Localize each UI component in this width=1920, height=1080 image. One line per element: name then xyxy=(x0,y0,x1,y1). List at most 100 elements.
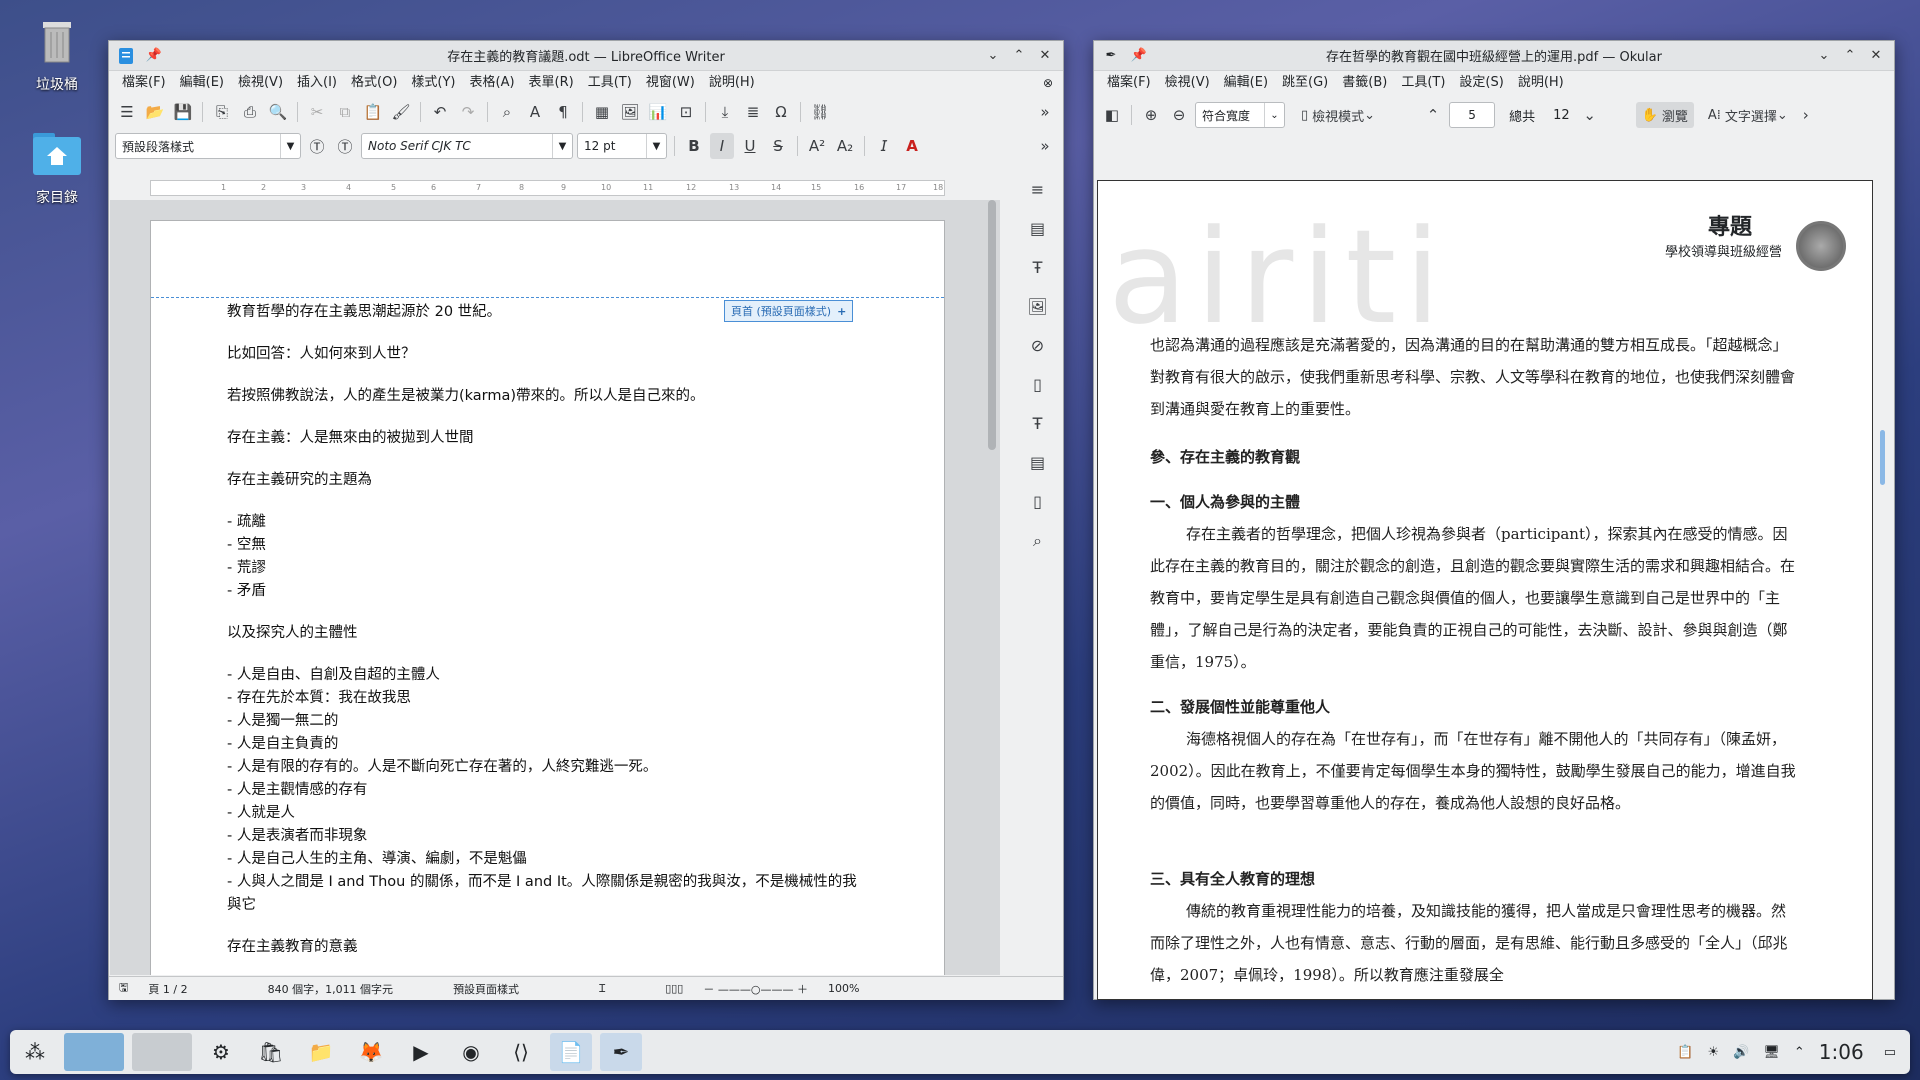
expand-tray-icon[interactable]: ⌃ xyxy=(1794,1045,1805,1060)
document-page[interactable]: 頁首 (預設頁面樣式) + 教育哲學的存在主義思潮起源於 20 世紀。 比如回答：… xyxy=(150,220,945,975)
pdf-page[interactable]: airiti 專題 學校領導與班級經營 也認為溝通的過程應該是充滿著愛的，因為溝… xyxy=(1097,180,1873,1000)
close-document-icon[interactable]: ⊗ xyxy=(1043,76,1053,90)
insert-chart-icon[interactable]: 📊 xyxy=(646,99,670,125)
cut-icon[interactable]: ✂ xyxy=(305,99,329,125)
properties-icon[interactable]: ▤ xyxy=(1030,219,1045,238)
menu-edit[interactable]: 編輯(E) xyxy=(1217,72,1275,94)
discover-icon[interactable]: 🛍 xyxy=(250,1033,292,1071)
italic-button[interactable]: I xyxy=(710,133,734,159)
toggle-menu-icon[interactable]: ☰ xyxy=(115,99,139,125)
formatting-marks-icon[interactable]: ¶ xyxy=(551,99,575,125)
design-icon[interactable]: ▯ xyxy=(1033,492,1042,511)
manage-changes-icon[interactable]: ▤ xyxy=(1030,453,1045,472)
menu-help[interactable]: 說明(H) xyxy=(702,72,762,94)
clone-format-icon[interactable]: 🖌 xyxy=(389,99,413,125)
font-size-combo[interactable]: 12 pt ▼ xyxy=(577,133,667,159)
strikethrough-button[interactable]: S xyxy=(766,133,790,159)
menu-edit[interactable]: 編輯(E) xyxy=(173,72,231,94)
brightness-icon[interactable]: ☀ xyxy=(1708,1045,1720,1060)
toolbar-overflow-icon[interactable]: › xyxy=(1794,102,1818,128)
navigator-icon[interactable]: ⊘ xyxy=(1031,336,1044,355)
page-number-input[interactable]: 5 xyxy=(1449,102,1496,128)
clock[interactable]: 1:06 xyxy=(1819,1040,1864,1064)
new-style-icon[interactable]: Ⓣ xyxy=(333,133,357,159)
font-color-button[interactable]: A xyxy=(900,133,924,159)
sidebar-menu-icon[interactable]: ≡ xyxy=(1031,180,1044,199)
okular-scrollbar[interactable] xyxy=(1880,430,1885,485)
firefox-icon[interactable]: 🦊 xyxy=(350,1033,392,1071)
insert-textbox-icon[interactable]: ⊡ xyxy=(674,99,698,125)
superscript-button[interactable]: A² xyxy=(805,133,829,159)
menu-file[interactable]: 檔案(F) xyxy=(1100,72,1158,94)
volume-icon[interactable]: 🔊 xyxy=(1733,1045,1749,1060)
previous-page-icon[interactable]: ⌃ xyxy=(1421,102,1445,128)
hyperlink-icon[interactable]: ⛓ xyxy=(808,99,832,125)
redo-icon[interactable]: ↷ xyxy=(456,99,480,125)
home-desktop-icon[interactable]: 家目錄 xyxy=(22,125,92,207)
clipboard-icon[interactable]: 📋 xyxy=(1677,1045,1693,1060)
menu-file[interactable]: 檔案(F) xyxy=(115,72,173,94)
menu-table[interactable]: 表格(A) xyxy=(463,72,522,94)
zoom-out-icon[interactable]: ⊖ xyxy=(1167,102,1191,128)
menu-window[interactable]: 視窗(W) xyxy=(639,72,702,94)
insert-image-icon[interactable]: 🖼 xyxy=(618,99,642,125)
text-select-button[interactable]: A⁞ 文字選擇 ⌄ xyxy=(1706,102,1790,128)
vscode-icon[interactable]: ⟨⟩ xyxy=(500,1033,542,1071)
page-count[interactable]: 頁 1 / 2 xyxy=(138,981,197,997)
close-button[interactable]: ✕ xyxy=(1866,46,1886,66)
menu-help[interactable]: 說明(H) xyxy=(1511,72,1571,94)
special-character-icon[interactable]: Ω xyxy=(769,99,793,125)
pager-desktop-2[interactable] xyxy=(132,1033,192,1071)
menu-form[interactable]: 表單(R) xyxy=(522,72,581,94)
styles-icon[interactable]: Ŧ xyxy=(1033,258,1043,277)
menu-format[interactable]: 格式(O) xyxy=(344,72,404,94)
open-icon[interactable]: 📂 xyxy=(143,99,167,125)
browse-tool-button[interactable]: ✋ 瀏覽 xyxy=(1635,102,1694,128)
spelling-icon[interactable]: A xyxy=(523,99,547,125)
okular-titlebar[interactable]: ✒ 📌 存在哲學的教育觀在國中班級經營上的運用.pdf — Okular ⌄ ⌃… xyxy=(1094,41,1894,71)
menu-settings[interactable]: 設定(S) xyxy=(1452,72,1510,94)
minimize-button[interactable]: ⌄ xyxy=(983,46,1003,66)
insert-table-icon[interactable]: ▦ xyxy=(590,99,614,125)
gallery-icon[interactable]: 🖼 xyxy=(1027,297,1047,316)
maximize-button[interactable]: ⌃ xyxy=(1009,46,1029,66)
menu-tools[interactable]: 工具(T) xyxy=(581,72,639,94)
pin-icon[interactable]: 📌 xyxy=(143,45,165,67)
zoom-combo[interactable]: 符合寬度 ⌄ xyxy=(1195,102,1285,128)
underline-button[interactable]: U xyxy=(738,133,762,159)
sidebar-toggle-icon[interactable]: ◧ xyxy=(1100,102,1124,128)
page-icon[interactable]: ▯ xyxy=(1033,375,1042,394)
writer-task-icon[interactable]: 📄 xyxy=(550,1033,592,1071)
find-icon[interactable]: ⌕ xyxy=(1033,531,1042,551)
writer-titlebar[interactable]: 📌 存在主義的教育議題.odt — LibreOffice Writer ⌄ ⌃… xyxy=(109,41,1063,71)
menu-insert[interactable]: 插入(I) xyxy=(290,72,344,94)
horizontal-ruler[interactable]: 1 2 3 4 5 6 7 8 9 10 11 12 13 14 15 16 17 18 xyxy=(150,180,945,196)
pager-desktop-1[interactable] xyxy=(64,1033,124,1071)
okular-task-icon[interactable]: ✒ xyxy=(600,1033,642,1071)
print-icon[interactable]: ⎙ xyxy=(238,99,262,125)
file-manager-icon[interactable]: 📁 xyxy=(300,1033,342,1071)
terminal-icon[interactable]: ▶ xyxy=(400,1033,442,1071)
menu-styles[interactable]: 樣式(Y) xyxy=(404,72,462,94)
style-inspector-icon[interactable]: Ŧ xyxy=(1033,414,1043,433)
save-icon[interactable]: 💾 xyxy=(171,99,195,125)
system-settings-icon[interactable]: ⚙ xyxy=(200,1033,242,1071)
paragraph-style-combo[interactable]: 預設段落樣式 ▼ xyxy=(115,133,301,159)
paste-icon[interactable]: 📋 xyxy=(361,99,385,125)
font-name-combo[interactable]: Noto Serif CJK TC ▼ xyxy=(361,133,573,159)
document-canvas[interactable]: 頁首 (預設頁面樣式) + 教育哲學的存在主義思潮起源於 20 世紀。 比如回答：… xyxy=(110,200,1000,975)
menu-view[interactable]: 檢視(V) xyxy=(231,72,290,94)
insert-field-icon[interactable]: ≣ xyxy=(741,99,765,125)
find-replace-icon[interactable]: ⌕ xyxy=(495,99,519,125)
zoom-slider[interactable]: － ———○——— ＋ xyxy=(693,981,818,997)
maximize-button[interactable]: ⌃ xyxy=(1840,46,1860,66)
copy-icon[interactable]: ⧉ xyxy=(333,99,357,125)
subscript-button[interactable]: A₂ xyxy=(833,133,857,159)
menu-bookmarks[interactable]: 書籤(B) xyxy=(1335,72,1394,94)
close-button[interactable]: ✕ xyxy=(1035,46,1055,66)
minimize-button[interactable]: ⌄ xyxy=(1814,46,1834,66)
display-icon[interactable]: 🖥 xyxy=(1763,1045,1780,1060)
color-picker-icon[interactable]: ◉ xyxy=(450,1033,492,1071)
undo-icon[interactable]: ↶ xyxy=(428,99,452,125)
menu-tools[interactable]: 工具(T) xyxy=(1394,72,1452,94)
